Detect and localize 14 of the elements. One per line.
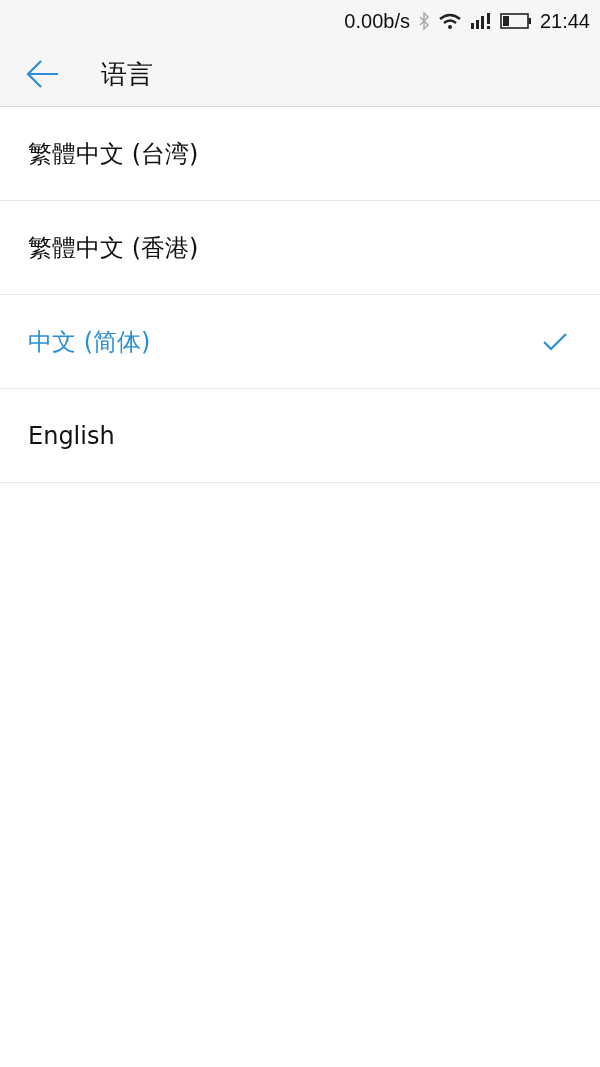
signal-icon [469, 12, 492, 30]
bluetooth-icon [417, 11, 430, 31]
clock: 21:44 [539, 9, 590, 33]
back-arrow-icon [26, 59, 60, 89]
network-speed: 0.00b/s [344, 9, 410, 33]
language-option[interactable]: 中文 (简体) [0, 295, 600, 389]
language-option[interactable]: 繁體中文 (台湾) [0, 107, 600, 201]
wifi-icon [437, 12, 462, 30]
battery-icon [499, 13, 532, 29]
language-option[interactable]: 繁體中文 (香港) [0, 201, 600, 295]
language-option[interactable]: English [0, 389, 600, 483]
screen-title: 语言 [101, 57, 153, 91]
back-button[interactable] [25, 58, 61, 90]
checkmark-icon [542, 331, 568, 352]
